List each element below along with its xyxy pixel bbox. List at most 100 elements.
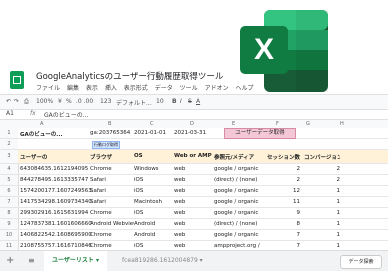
font-select[interactable]: デフォルト...: [116, 98, 152, 107]
formula-input[interactable]: GAのビューの...: [44, 110, 88, 119]
cell[interactable]: Macintosh: [134, 199, 174, 205]
cell[interactable]: Chrome: [90, 243, 134, 249]
col-header-b[interactable]: B: [108, 121, 111, 127]
cell-reference[interactable]: A1: [6, 110, 14, 117]
cell[interactable]: 12: [262, 188, 300, 194]
cell[interactable]: 1: [304, 210, 341, 216]
cell[interactable]: web: [174, 243, 214, 249]
cell[interactable]: 8: [262, 221, 301, 227]
cell[interactable]: (direct) / (none): [214, 221, 262, 227]
undo-icon[interactable]: ↶: [6, 98, 11, 105]
cell[interactable]: ga:203765364: [90, 130, 134, 136]
header-cell[interactable]: セッション数: [262, 153, 300, 161]
menu-tools[interactable]: ツール: [180, 85, 198, 92]
menu-view[interactable]: 表示: [86, 85, 98, 92]
cell[interactable]: iOS: [134, 177, 174, 183]
cell[interactable]: web: [174, 177, 214, 183]
cell[interactable]: 2: [262, 166, 301, 172]
cell[interactable]: ampproject.org /: [214, 243, 262, 249]
cell[interactable]: 2: [262, 177, 301, 183]
row-number[interactable]: 7: [0, 197, 18, 208]
cell[interactable]: Windows: [134, 166, 174, 172]
col-header-f[interactable]: F: [276, 121, 279, 127]
add-sheet-button[interactable]: +: [6, 255, 14, 266]
cell[interactable]: 2: [304, 177, 341, 183]
menu-insert[interactable]: 挿入: [105, 85, 117, 92]
cell[interactable]: 844278495.1613335747: [20, 177, 92, 183]
print-icon[interactable]: ⎙: [24, 98, 29, 106]
italic-button[interactable]: I: [180, 98, 182, 105]
cell[interactable]: web: [174, 210, 214, 216]
cell[interactable]: 299302916.1615631994: [20, 210, 92, 216]
cell[interactable]: google / organic: [214, 210, 262, 216]
cell[interactable]: Chrome: [90, 232, 134, 238]
menu-addons[interactable]: アドオン: [205, 85, 229, 92]
cell[interactable]: google / organic: [214, 188, 262, 194]
cell[interactable]: Android Webview: [90, 221, 134, 227]
row-number[interactable]: 1: [0, 128, 18, 139]
col-header-e[interactable]: E: [232, 121, 235, 127]
explore-button[interactable]: データ探索: [340, 255, 382, 269]
zoom-select[interactable]: 100%: [36, 98, 53, 105]
cell[interactable]: google / organic: [214, 199, 262, 205]
decimal-buttons[interactable]: .0 .00: [76, 98, 93, 105]
col-header-a[interactable]: A: [40, 121, 43, 127]
bold-button[interactable]: B: [172, 98, 177, 105]
cell[interactable]: google / organic: [214, 166, 262, 172]
cell[interactable]: Safari: [90, 177, 134, 183]
menu-help[interactable]: ヘルプ: [236, 85, 254, 92]
menu-format[interactable]: 表示形式: [124, 85, 148, 92]
cell[interactable]: web: [174, 221, 214, 227]
col-header-g[interactable]: G: [306, 121, 310, 127]
header-cell[interactable]: ユーザーの: [20, 153, 92, 161]
row-number[interactable]: 3: [0, 150, 18, 164]
menu-file[interactable]: ファイル: [36, 85, 60, 92]
cell[interactable]: 7: [262, 232, 301, 238]
cell[interactable]: web: [174, 232, 214, 238]
cell[interactable]: 1: [304, 232, 341, 238]
strikethrough-button[interactable]: S: [188, 98, 192, 105]
col-header-h[interactable]: H: [340, 121, 344, 127]
document-title[interactable]: GoogleAnalyticsのユーザー行動履歴取得ツール: [36, 70, 223, 82]
cell[interactable]: 1574200177.1607249563: [20, 188, 92, 194]
menu-data[interactable]: データ: [155, 85, 173, 92]
cell[interactable]: web: [174, 188, 214, 194]
header-cell[interactable]: 参照元/メディア: [214, 153, 262, 161]
row-number[interactable]: 10: [0, 230, 18, 241]
cell[interactable]: 2021-03-31: [174, 130, 214, 136]
header-cell[interactable]: OS: [134, 153, 174, 159]
header-cell[interactable]: ブラウザ: [90, 153, 134, 161]
cell[interactable]: Chrome: [90, 166, 134, 172]
cell[interactable]: Chrome: [90, 210, 134, 216]
font-size-select[interactable]: 10: [156, 98, 164, 105]
cell[interactable]: google / organic: [214, 232, 262, 238]
cell[interactable]: Android: [134, 232, 174, 238]
header-cell[interactable]: コンバージョン: [304, 153, 340, 161]
row-number[interactable]: 9: [0, 219, 18, 230]
row-number[interactable]: 2: [0, 139, 18, 150]
cell[interactable]: web: [174, 166, 214, 172]
cell[interactable]: 1: [304, 221, 341, 227]
cell[interactable]: 1: [304, 243, 341, 249]
cell[interactable]: GAのビューの...: [20, 130, 92, 138]
row-number[interactable]: 6: [0, 186, 18, 197]
cell[interactable]: iOS: [134, 243, 174, 249]
cell[interactable]: 11: [262, 199, 300, 205]
cell[interactable]: 1417534298.1609734340: [20, 199, 92, 205]
cell[interactable]: web: [174, 199, 214, 205]
get-user-data-button[interactable]: ユーザーデータ取得: [224, 128, 296, 139]
cell[interactable]: 2108755757.1616710846: [20, 243, 92, 249]
cell[interactable]: 643084635.1612194095: [20, 166, 92, 172]
col-header-c[interactable]: C: [150, 121, 154, 127]
cell[interactable]: 2021-01-01: [134, 130, 174, 136]
row-number[interactable]: 4: [0, 164, 18, 175]
cell[interactable]: iOS: [134, 210, 174, 216]
cell[interactable]: 7: [262, 243, 301, 249]
cell[interactable]: Android: [134, 221, 174, 227]
cell[interactable]: Safari: [90, 188, 134, 194]
cell[interactable]: iOS: [134, 188, 174, 194]
row-number[interactable]: 8: [0, 208, 18, 219]
number-format-button[interactable]: 123: [100, 98, 111, 105]
cell[interactable]: Safari: [90, 199, 134, 205]
redo-icon[interactable]: ↷: [14, 98, 19, 105]
